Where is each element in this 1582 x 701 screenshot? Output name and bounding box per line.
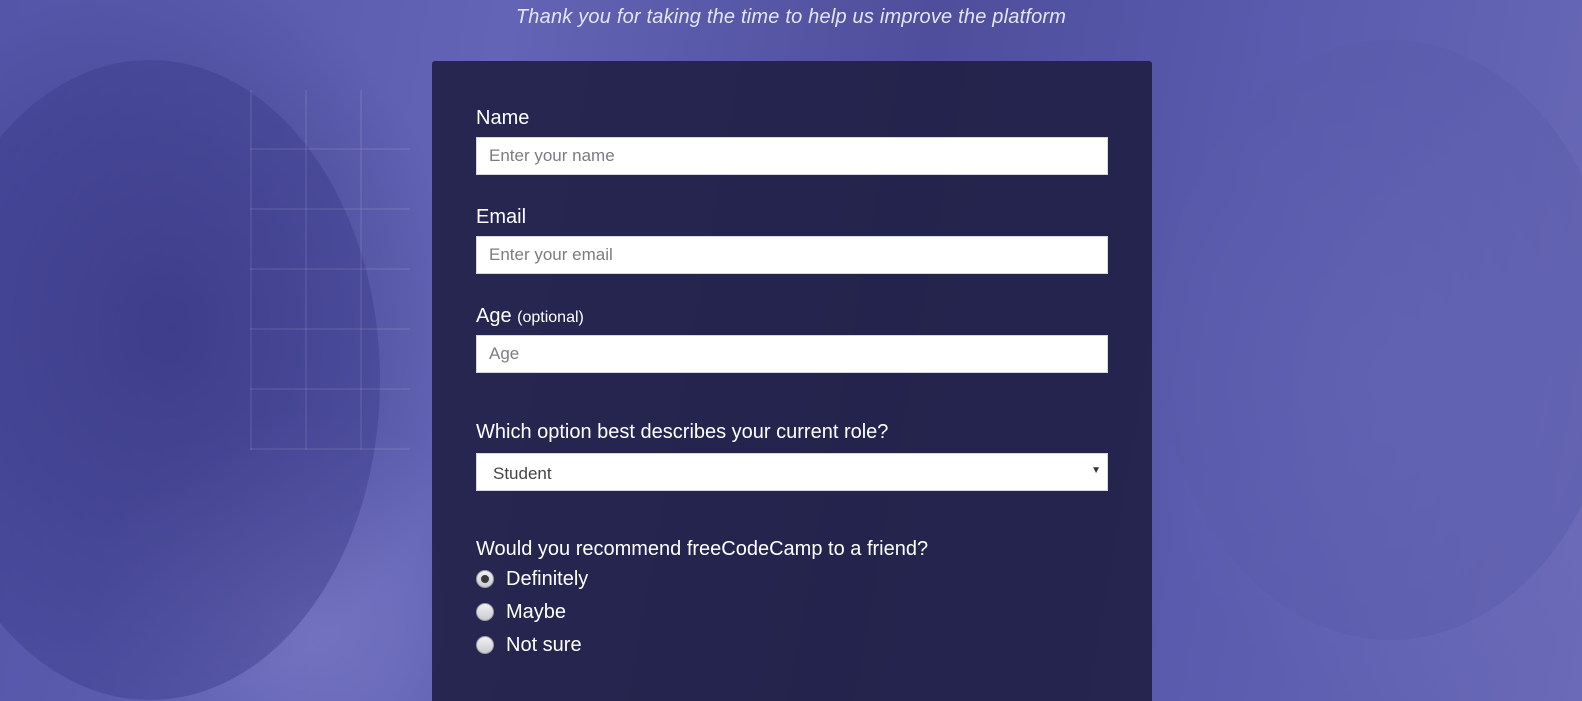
radio-button-definitely[interactable]: [476, 570, 494, 588]
role-label: Which option best describes your current…: [476, 421, 889, 443]
role-dropdown[interactable]: Student ▼: [476, 453, 1108, 491]
radio-label-not-sure: Not sure: [506, 634, 582, 656]
role-dropdown-value: Student: [493, 464, 552, 483]
email-input[interactable]: [476, 236, 1108, 274]
recommend-label: Would you recommend freeCodeCamp to a fr…: [476, 538, 929, 560]
background-figure-right: [1160, 40, 1582, 640]
name-input[interactable]: [476, 137, 1108, 175]
age-input[interactable]: [476, 335, 1108, 373]
radio-option-maybe[interactable]: Maybe: [476, 601, 776, 625]
page-subtitle: Thank you for taking the time to help us…: [515, 6, 1067, 28]
name-label: Name: [476, 107, 530, 129]
radio-button-maybe[interactable]: [476, 603, 494, 621]
radio-button-not-sure[interactable]: [476, 636, 494, 654]
radio-label-definitely: Definitely: [506, 568, 589, 590]
age-optional-note: (optional): [517, 309, 584, 326]
background-tiles: [250, 90, 410, 450]
email-label: Email: [476, 206, 527, 228]
age-label: Age (optional): [476, 306, 584, 326]
age-label-text: Age: [476, 305, 512, 327]
radio-label-maybe: Maybe: [506, 601, 567, 623]
radio-option-definitely[interactable]: Definitely: [476, 568, 776, 592]
dropdown-arrow-icon: ▼: [1091, 465, 1101, 476]
survey-form-card: Name Email Age (optional) Which option b…: [432, 61, 1152, 701]
radio-option-not-sure[interactable]: Not sure: [476, 634, 776, 658]
